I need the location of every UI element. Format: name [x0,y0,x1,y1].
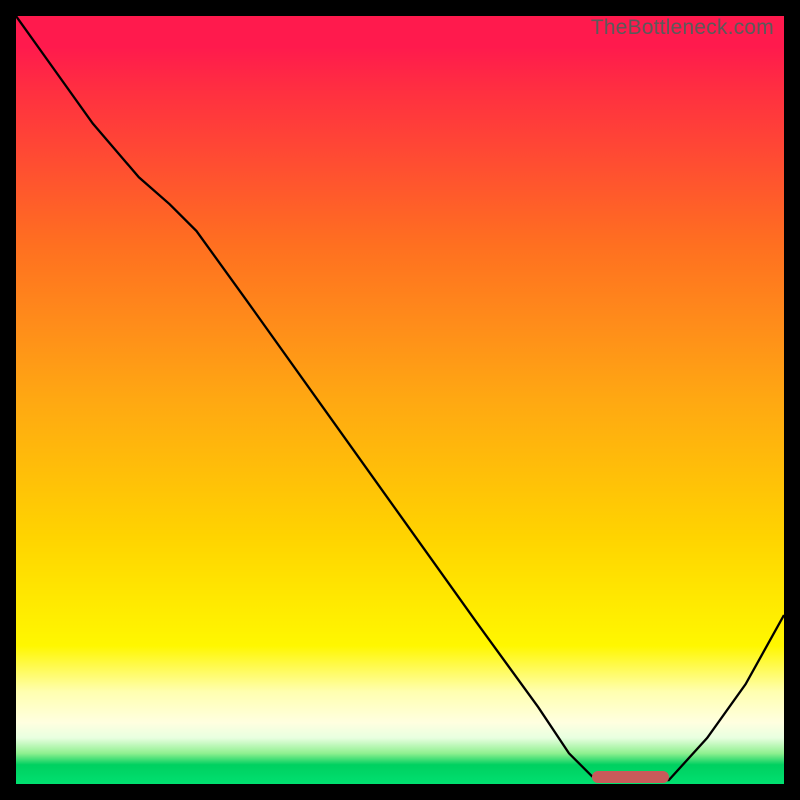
plot-area: TheBottleneck.com [16,16,784,784]
chart-frame: TheBottleneck.com [0,0,800,800]
optimal-marker [592,771,669,783]
curve-path [16,16,784,780]
bottleneck-curve [16,16,784,784]
